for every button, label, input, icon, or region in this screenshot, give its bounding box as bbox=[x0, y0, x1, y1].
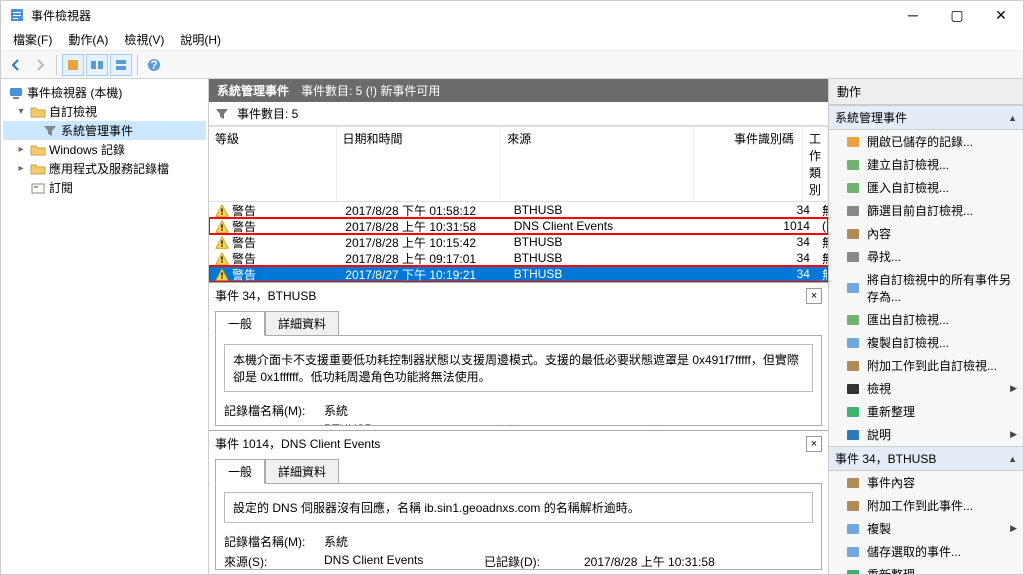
folder-icon bbox=[30, 142, 46, 158]
forward-button[interactable] bbox=[29, 54, 51, 76]
toolbar-btn-2[interactable] bbox=[86, 54, 108, 76]
maximize-button[interactable]: ▢ bbox=[935, 1, 979, 29]
event-count: 事件數目: 5 bbox=[237, 105, 298, 122]
back-button[interactable] bbox=[5, 54, 27, 76]
action-icon bbox=[845, 521, 861, 537]
action-icon bbox=[845, 475, 861, 491]
menu-view[interactable]: 檢視(V) bbox=[116, 29, 172, 50]
table-row[interactable]: 警告2017/8/27 下午 10:19:21BTHUSB34無 bbox=[209, 266, 828, 282]
action-item[interactable]: 匯出自訂檢視... bbox=[829, 308, 1023, 331]
detail2-title: 事件 1014，DNS Client Events bbox=[215, 435, 380, 452]
col-cat[interactable]: 工作類別 bbox=[803, 127, 828, 201]
action-item[interactable]: 複製自訂檢視... bbox=[829, 331, 1023, 354]
action-item[interactable]: 將自訂檢視中的所有事件另存為... bbox=[829, 268, 1023, 308]
action-item[interactable]: 說明▶ bbox=[829, 423, 1023, 446]
action-group2-title[interactable]: 事件 34，BTHUSB▲ bbox=[829, 446, 1023, 471]
action-icon bbox=[845, 498, 861, 514]
center-title: 系統管理事件 bbox=[217, 82, 289, 99]
action-icon bbox=[845, 427, 861, 443]
action-group1-title[interactable]: 系統管理事件▲ bbox=[829, 105, 1023, 130]
detail1-close[interactable]: × bbox=[806, 288, 822, 304]
tree-item-admin-events[interactable]: 系統管理事件 bbox=[3, 121, 206, 140]
col-source[interactable]: 來源 bbox=[501, 127, 694, 201]
actions-header: 動作 bbox=[829, 79, 1023, 105]
action-item[interactable]: 事件內容 bbox=[829, 471, 1023, 494]
menubar: 檔案(F) 動作(A) 檢視(V) 說明(H) bbox=[1, 29, 1023, 51]
action-item[interactable]: 檢視▶ bbox=[829, 377, 1023, 400]
action-item[interactable]: 儲存選取的事件... bbox=[829, 540, 1023, 563]
action-icon bbox=[845, 280, 861, 296]
action-item[interactable]: 尋找... bbox=[829, 245, 1023, 268]
action-icon bbox=[845, 134, 861, 150]
action-item[interactable]: 建立自訂檢視... bbox=[829, 153, 1023, 176]
svg-text:?: ? bbox=[150, 58, 157, 72]
detail2-tab-details[interactable]: 詳細資料 bbox=[265, 459, 339, 484]
toolbar: ? bbox=[1, 51, 1023, 79]
col-id[interactable]: 事件識別碼 bbox=[694, 127, 803, 201]
menu-help[interactable]: 說明(H) bbox=[172, 29, 229, 50]
col-level[interactable]: 等級 bbox=[209, 127, 337, 201]
center-subtitle: 事件數目: 5 (!) 新事件可用 bbox=[301, 82, 440, 99]
action-icon bbox=[845, 203, 861, 219]
action-icon bbox=[845, 226, 861, 242]
computer-icon bbox=[8, 85, 24, 101]
action-icon bbox=[845, 567, 861, 575]
folder-icon bbox=[30, 104, 46, 120]
detail1-message: 本機介面卡不支援重要低功耗控制器狀態以支援周邊模式。支援的最低必要狀態遮罩是 0… bbox=[224, 344, 813, 392]
detail-pane-1: 事件 34，BTHUSB × 一般 詳細資料 本機介面卡不支援重要低功耗控制器狀… bbox=[209, 282, 828, 430]
action-icon bbox=[845, 544, 861, 560]
window-title: 事件檢視器 bbox=[31, 7, 891, 24]
action-item[interactable]: 開啟已儲存的記錄... bbox=[829, 130, 1023, 153]
action-item[interactable]: 內容 bbox=[829, 222, 1023, 245]
titlebar: 事件檢視器 ─ ▢ ✕ bbox=[1, 1, 1023, 29]
actions-pane: 動作 系統管理事件▲ 開啟已儲存的記錄...建立自訂檢視...匯入自訂檢視...… bbox=[829, 79, 1023, 574]
toolbar-btn-3[interactable] bbox=[110, 54, 132, 76]
menu-action[interactable]: 動作(A) bbox=[60, 29, 116, 50]
toolbar-btn-1[interactable] bbox=[62, 54, 84, 76]
menu-file[interactable]: 檔案(F) bbox=[5, 29, 60, 50]
action-icon bbox=[845, 335, 861, 351]
action-icon bbox=[845, 358, 861, 374]
tree-root[interactable]: 事件檢視器 (本機) bbox=[3, 83, 206, 102]
tree-item-custom-views[interactable]: ▾ 自訂檢視 bbox=[3, 102, 206, 121]
subscription-icon bbox=[30, 180, 46, 196]
detail2-close[interactable]: × bbox=[806, 436, 822, 452]
action-item[interactable]: 篩選目前自訂檢視... bbox=[829, 199, 1023, 222]
detail1-tab-general[interactable]: 一般 bbox=[215, 311, 265, 336]
app-icon bbox=[9, 7, 25, 23]
navigation-tree[interactable]: 事件檢視器 (本機) ▾ 自訂檢視 系統管理事件 ▸ Windows 記錄 ▸ … bbox=[1, 79, 209, 574]
detail1-tab-details[interactable]: 詳細資料 bbox=[265, 311, 339, 336]
help-button[interactable]: ? bbox=[143, 54, 165, 76]
tree-item-subscriptions[interactable]: 訂閱 bbox=[3, 178, 206, 197]
filter-icon bbox=[42, 123, 58, 139]
action-item[interactable]: 匯入自訂檢視... bbox=[829, 176, 1023, 199]
tree-item-app-service-logs[interactable]: ▸ 應用程式及服務記錄檔 bbox=[3, 159, 206, 178]
tree-item-windows-logs[interactable]: ▸ Windows 記錄 bbox=[3, 140, 206, 159]
action-item[interactable]: 重新整理 bbox=[829, 563, 1023, 574]
action-item[interactable]: 附加工作到此事件... bbox=[829, 494, 1023, 517]
action-icon bbox=[845, 180, 861, 196]
action-icon bbox=[845, 404, 861, 420]
action-icon bbox=[845, 312, 861, 328]
filter-bar: 事件數目: 5 bbox=[209, 102, 828, 126]
action-icon bbox=[845, 249, 861, 265]
minimize-button[interactable]: ─ bbox=[891, 1, 935, 29]
action-item[interactable]: 附加工作到此自訂檢視... bbox=[829, 354, 1023, 377]
folder-icon bbox=[30, 161, 46, 177]
action-icon bbox=[845, 157, 861, 173]
table-header: 等級 日期和時間 來源 事件識別碼 工作類別 bbox=[209, 126, 828, 202]
detail2-tab-general[interactable]: 一般 bbox=[215, 459, 265, 484]
detail2-message: 設定的 DNS 伺服器沒有回應，名稱 ib.sin1.geoadnxs.com … bbox=[224, 492, 813, 523]
center-header: 系統管理事件 事件數目: 5 (!) 新事件可用 bbox=[209, 79, 828, 102]
action-item[interactable]: 複製▶ bbox=[829, 517, 1023, 540]
action-icon bbox=[845, 381, 861, 397]
detail1-title: 事件 34，BTHUSB bbox=[215, 287, 316, 304]
close-button[interactable]: ✕ bbox=[979, 1, 1023, 29]
detail-pane-2: 事件 1014，DNS Client Events × 一般 詳細資料 設定的 … bbox=[209, 430, 828, 574]
action-item[interactable]: 重新整理 bbox=[829, 400, 1023, 423]
col-date[interactable]: 日期和時間 bbox=[337, 127, 502, 201]
filter-icon bbox=[215, 107, 229, 121]
